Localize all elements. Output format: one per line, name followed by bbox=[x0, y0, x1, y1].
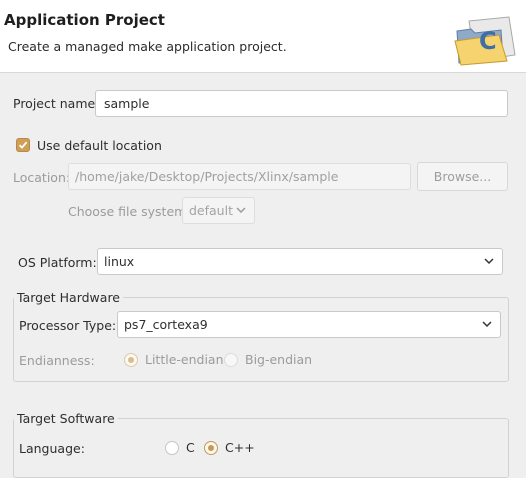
language-cpp-radio[interactable] bbox=[204, 441, 218, 455]
chevron-down-icon bbox=[482, 321, 492, 328]
location-input[interactable]: /home/jake/Desktop/Projects/Xlinx/sample bbox=[68, 163, 411, 190]
use-default-location-checkbox[interactable] bbox=[16, 138, 30, 152]
language-c-radio[interactable] bbox=[165, 441, 179, 455]
checkmark-icon bbox=[18, 141, 28, 149]
os-platform-label: OS Platform: bbox=[18, 255, 97, 270]
target-software-title: Target Software bbox=[14, 411, 118, 426]
os-platform-select[interactable]: linux bbox=[97, 248, 503, 275]
processor-type-label: Processor Type: bbox=[19, 318, 117, 333]
language-cpp-label: C++ bbox=[225, 440, 255, 455]
filesystem-label: Choose file system: bbox=[68, 204, 191, 219]
wizard-folder-c-icon: C bbox=[454, 16, 516, 66]
chevron-down-icon bbox=[484, 258, 494, 265]
endianness-label: Endianness: bbox=[19, 353, 95, 368]
target-software-group bbox=[13, 418, 509, 478]
page-description: Create a managed make application projec… bbox=[8, 39, 287, 54]
filesystem-value: default bbox=[189, 203, 233, 218]
browse-button[interactable]: Browse... bbox=[417, 162, 508, 191]
use-default-location-label: Use default location bbox=[37, 138, 162, 153]
language-c-label: C bbox=[186, 440, 195, 455]
processor-type-value: ps7_cortexa9 bbox=[124, 317, 208, 332]
location-label: Location: bbox=[13, 170, 71, 185]
target-hardware-group bbox=[13, 297, 509, 382]
project-name-input[interactable]: sample bbox=[95, 90, 508, 117]
language-label: Language: bbox=[19, 441, 85, 456]
big-endian-label: Big-endian bbox=[245, 352, 313, 367]
processor-type-select[interactable]: ps7_cortexa9 bbox=[117, 311, 501, 338]
svg-text:C: C bbox=[479, 27, 497, 55]
little-endian-label: Little-endian bbox=[145, 352, 224, 367]
little-endian-radio[interactable] bbox=[124, 353, 138, 367]
filesystem-select[interactable]: default bbox=[182, 197, 255, 224]
os-platform-value: linux bbox=[104, 254, 135, 269]
target-hardware-title: Target Hardware bbox=[14, 290, 123, 305]
big-endian-radio[interactable] bbox=[224, 353, 238, 367]
page-title: Application Project bbox=[4, 11, 165, 29]
wizard-header: Application Project Create a managed mak… bbox=[0, 0, 526, 73]
project-name-label: Project name: bbox=[13, 96, 100, 111]
chevron-down-icon bbox=[236, 207, 246, 214]
